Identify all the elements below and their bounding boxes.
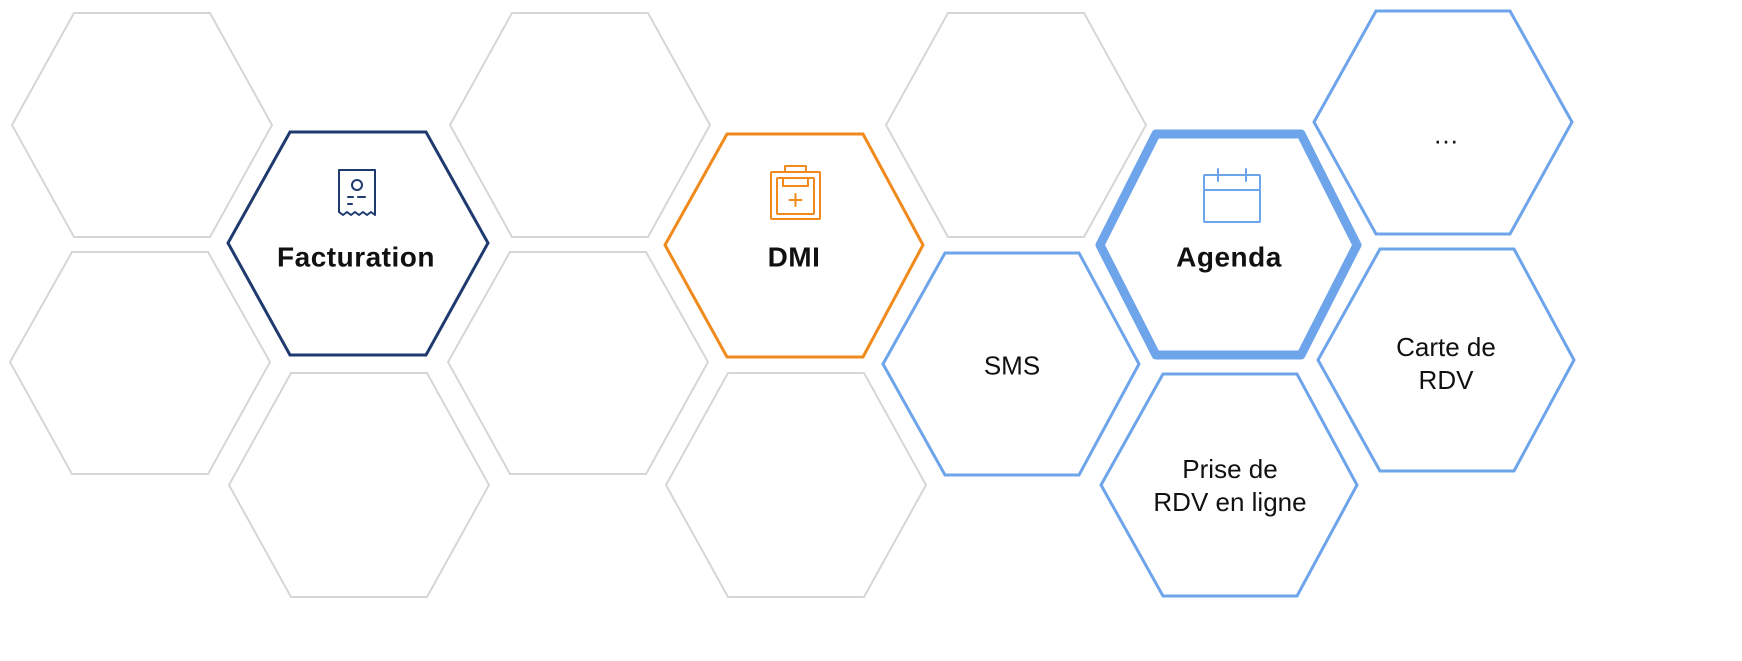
agenda-label: Agenda [1176, 241, 1282, 273]
facturation-label: Facturation [277, 241, 435, 273]
carte-de-rdv-label: Carte de RDV [1396, 332, 1496, 395]
dmi-label: DMI [767, 241, 821, 273]
hex-grey-3 [227, 372, 491, 598]
hex-grey-1 [10, 12, 274, 238]
hex-grey-6 [664, 372, 928, 598]
ellipsis-label: … [1433, 119, 1459, 150]
hex-grey-4 [448, 12, 712, 238]
sms-label: SMS [983, 350, 1041, 381]
hex-grey-7 [884, 12, 1148, 238]
hex-grey-2 [8, 251, 272, 475]
hexagon-diagram: Facturation DMI Agenda … SMS Carte de RD… [0, 0, 1742, 661]
hex-grey-5 [446, 251, 710, 475]
prise-de-rdv-label: Prise de RDV en ligne [1153, 454, 1307, 517]
